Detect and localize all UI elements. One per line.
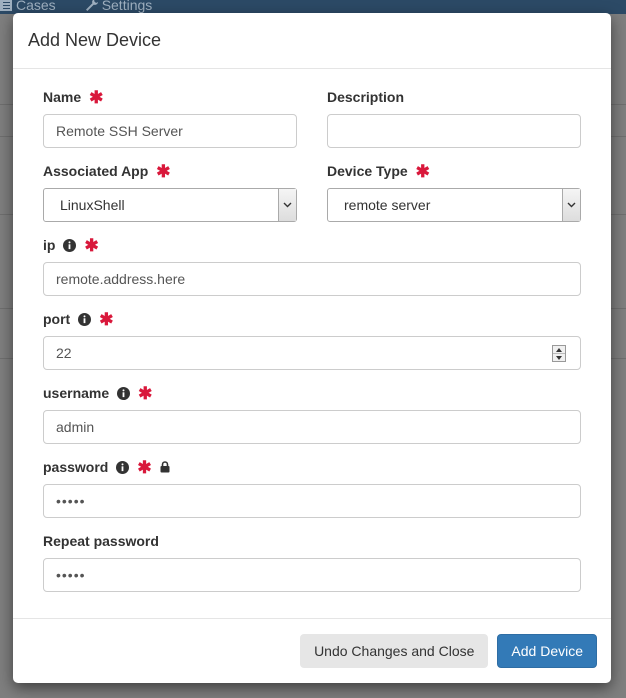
description-label: Description (327, 89, 405, 105)
password-input-value: ••••• (56, 493, 86, 509)
lock-icon (160, 461, 170, 473)
background-nav: Cases Settings (0, 0, 152, 13)
required-asterisk-icon: ✱ (415, 161, 430, 181)
port-label-row: port ✱ (43, 310, 581, 328)
device-type-label-row: Device Type ✱ (327, 162, 581, 180)
device-type-label: Device Type (327, 163, 408, 179)
name-label-row: Name ✱ (43, 88, 297, 106)
stepper-down-icon[interactable] (553, 353, 565, 361)
name-input-value: Remote SSH Server (56, 123, 183, 139)
ip-label: ip (43, 237, 56, 253)
modal-title: Add New Device (28, 30, 162, 50)
password-label: password (43, 459, 109, 475)
port-field-group: port ✱ 22 (43, 310, 581, 370)
ip-input-value: remote.address.here (56, 271, 186, 287)
info-icon[interactable] (78, 312, 92, 326)
password-field-group: password ✱ ••••• (43, 458, 581, 518)
device-type-selected-value: remote server (344, 197, 431, 213)
ip-input[interactable]: remote.address.here (43, 262, 581, 296)
associated-app-label: Associated App (43, 163, 149, 179)
name-field-group: Name ✱ Remote SSH Server (43, 88, 297, 148)
required-asterisk-icon: ✱ (156, 161, 171, 181)
add-device-modal: Add New Device Name ✱ Remote SSH Server … (13, 13, 611, 683)
device-type-field-group: Device Type ✱ remote server (327, 162, 581, 222)
description-field-group: Description (327, 88, 581, 148)
background-nav-label: Settings (101, 0, 153, 13)
modal-footer: Undo Changes and Close Add Device (13, 618, 611, 683)
background-navbar: Cases Settings (0, 0, 626, 14)
password-label-row: password ✱ (43, 458, 581, 476)
info-icon[interactable] (117, 386, 131, 400)
background-nav-settings: Settings (85, 0, 153, 13)
username-input[interactable]: admin (43, 410, 581, 444)
repeat-password-input-value: ••••• (56, 567, 86, 583)
associated-app-label-row: Associated App ✱ (43, 162, 297, 180)
undo-changes-and-close-button[interactable]: Undo Changes and Close (300, 634, 489, 668)
repeat-password-label: Repeat password (43, 533, 159, 549)
required-asterisk-icon: ✱ (84, 235, 99, 255)
associated-app-field-group: Associated App ✱ LinuxShell (43, 162, 297, 222)
port-label: port (43, 311, 71, 327)
port-input-value: 22 (56, 345, 72, 361)
add-device-button[interactable]: Add Device (497, 634, 597, 668)
wrench-icon (85, 0, 98, 11)
background-nav-label: Cases (16, 0, 56, 13)
associated-app-select[interactable]: LinuxShell (43, 188, 297, 222)
password-input[interactable]: ••••• (43, 484, 581, 518)
background-nav-cases: Cases (0, 0, 56, 13)
stepper-up-icon[interactable] (553, 346, 565, 353)
name-label: Name (43, 89, 82, 105)
device-type-select[interactable]: remote server (327, 188, 581, 222)
description-input[interactable] (327, 114, 581, 148)
username-label-row: username ✱ (43, 384, 581, 402)
ip-field-group: ip ✱ remote.address.here (43, 236, 581, 296)
modal-header: Add New Device (13, 13, 611, 69)
modal-body: Name ✱ Remote SSH Server Description Ass… (13, 69, 611, 618)
list-icon (0, 0, 12, 11)
repeat-password-field-group: Repeat password ••••• (43, 532, 581, 592)
chevron-down-icon[interactable] (562, 189, 580, 221)
required-asterisk-icon: ✱ (89, 87, 104, 107)
required-asterisk-icon: ✱ (137, 457, 152, 477)
repeat-password-input[interactable]: ••••• (43, 558, 581, 592)
ip-label-row: ip ✱ (43, 236, 581, 254)
info-icon[interactable] (63, 238, 77, 252)
description-label-row: Description (327, 88, 581, 106)
name-input[interactable]: Remote SSH Server (43, 114, 297, 148)
username-field-group: username ✱ admin (43, 384, 581, 444)
repeat-password-label-row: Repeat password (43, 532, 581, 550)
info-icon[interactable] (116, 460, 130, 474)
port-number-input[interactable]: 22 (43, 336, 581, 370)
port-stepper[interactable] (552, 345, 566, 362)
required-asterisk-icon: ✱ (99, 309, 114, 329)
required-asterisk-icon: ✱ (138, 383, 153, 403)
username-input-value: admin (56, 419, 95, 435)
username-label: username (43, 385, 110, 401)
chevron-down-icon[interactable] (278, 189, 296, 221)
associated-app-selected-value: LinuxShell (60, 197, 125, 213)
